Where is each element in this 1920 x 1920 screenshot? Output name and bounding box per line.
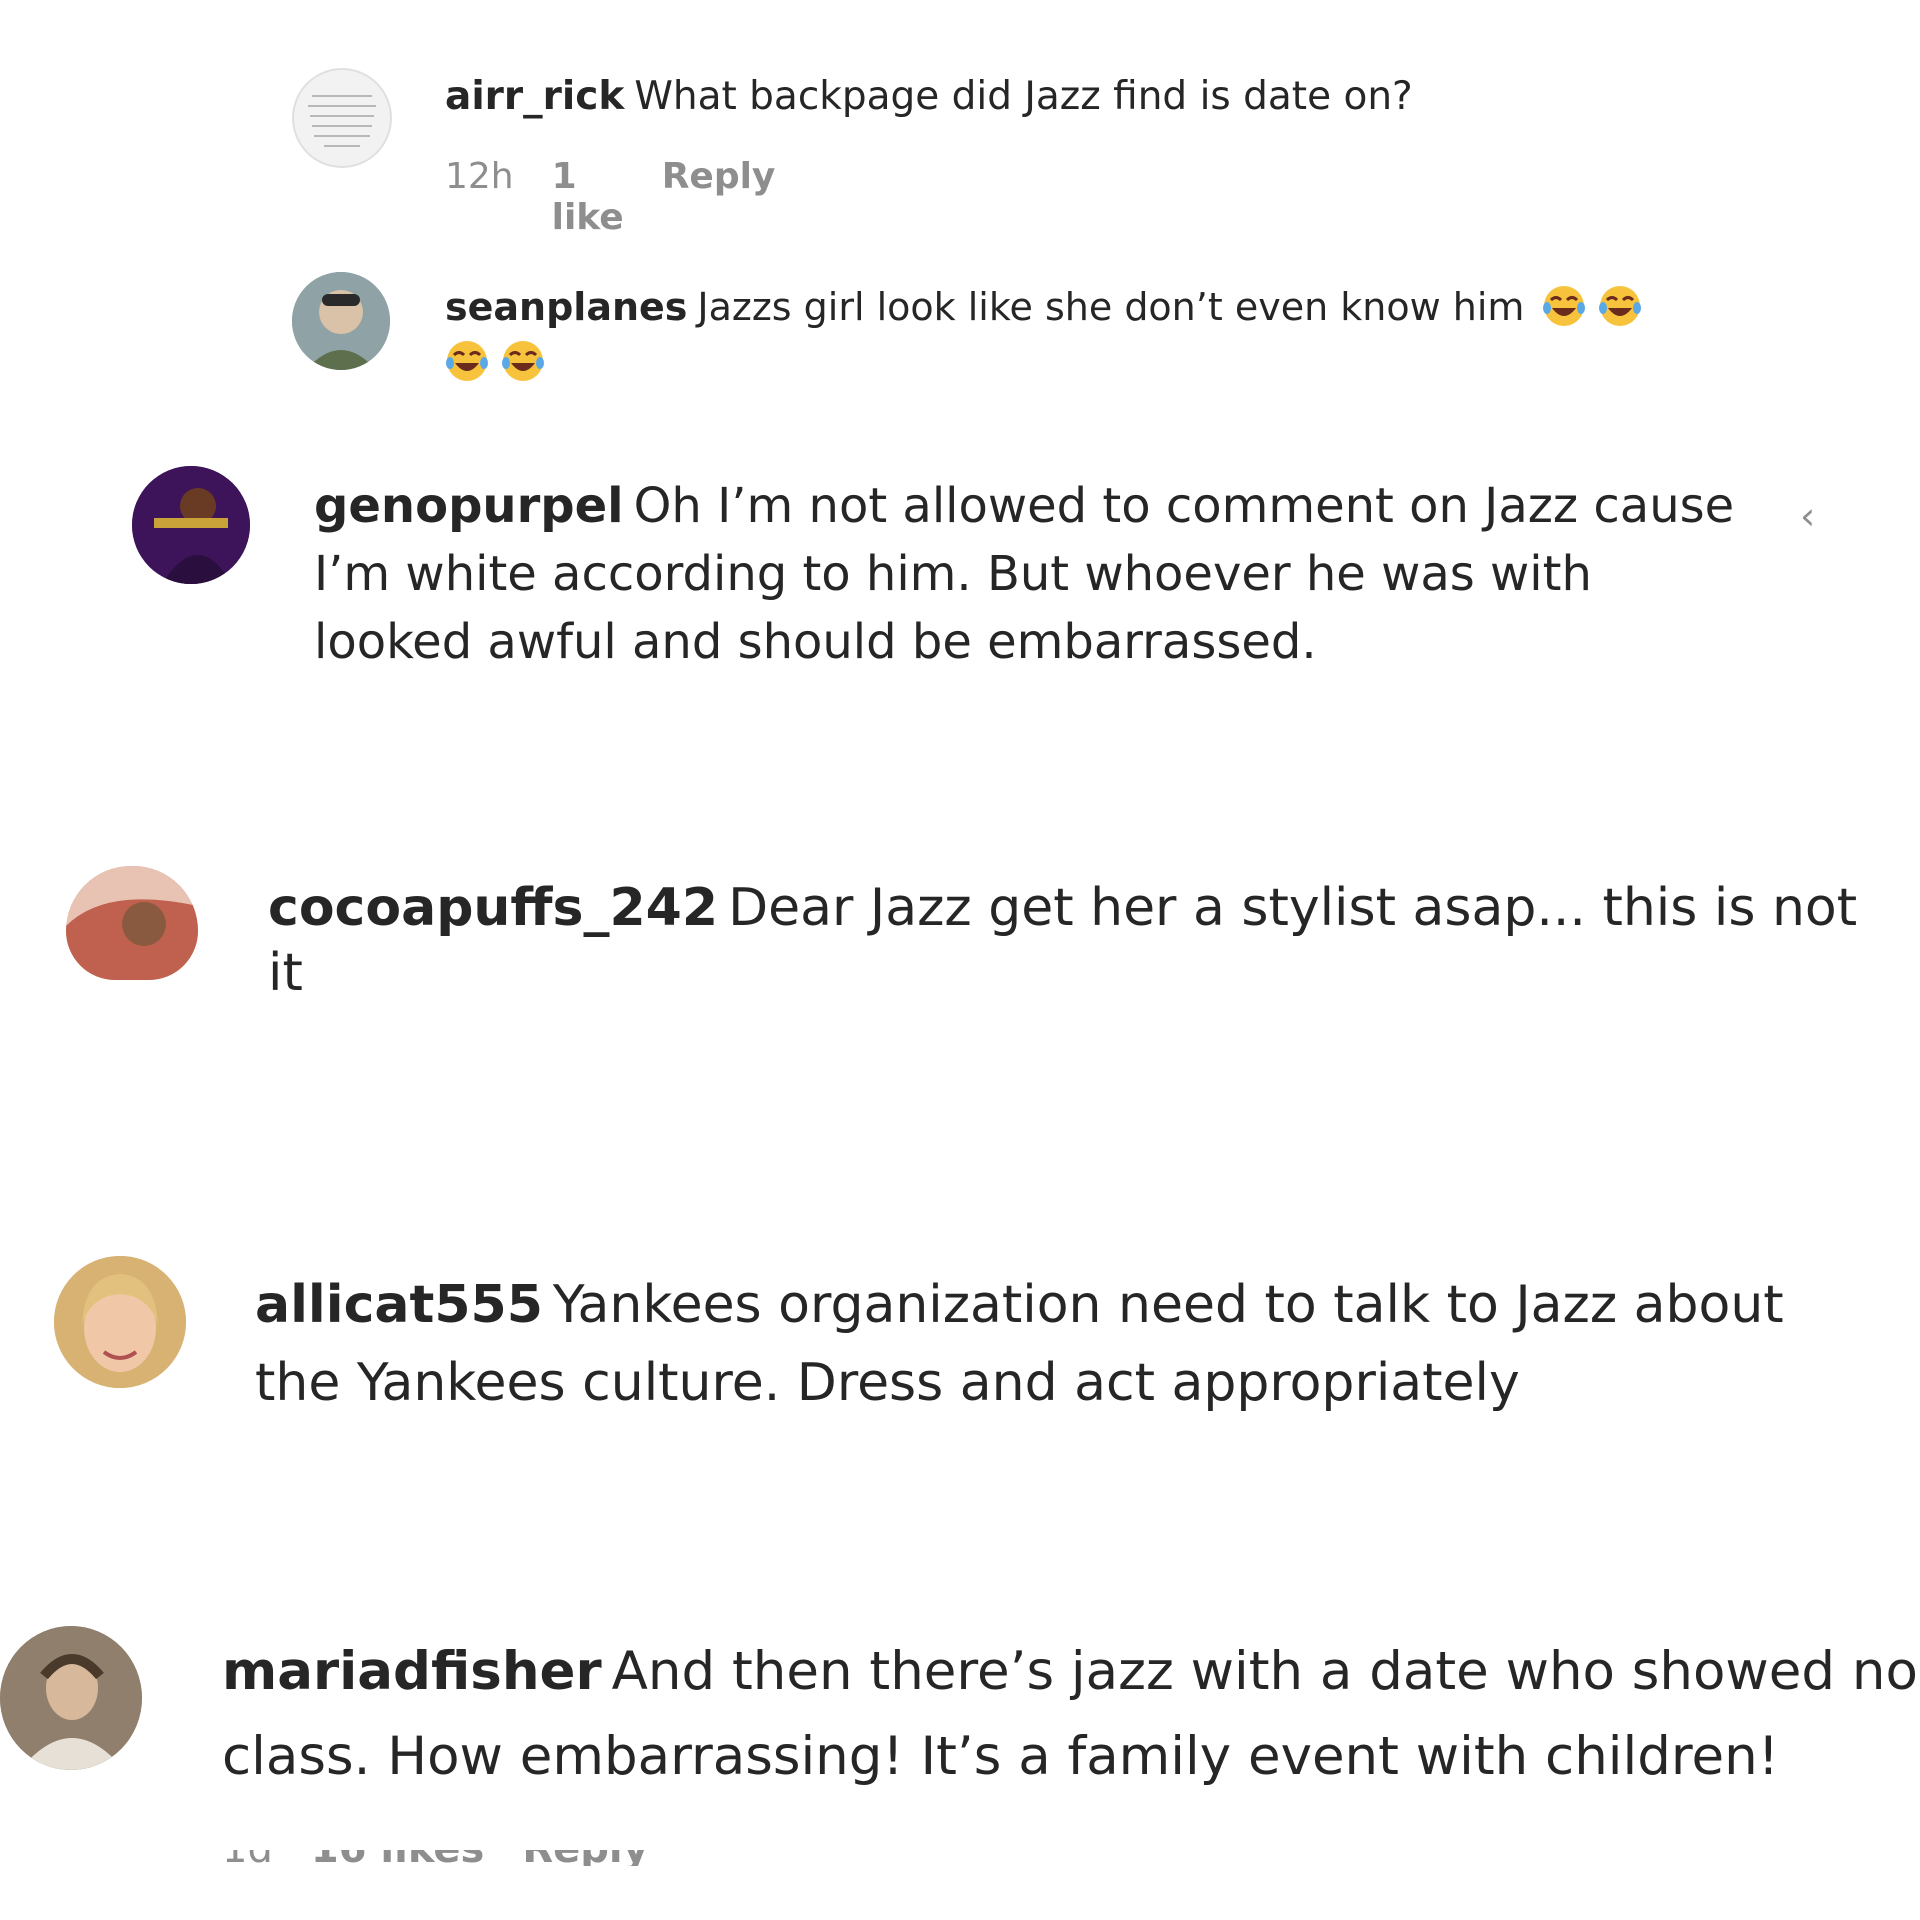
avatar[interactable] (54, 1256, 186, 1388)
avatar[interactable] (132, 466, 250, 584)
comment-meta-clipped: 1d 16 likes Reply (222, 1850, 762, 1866)
laughing-emoji-icon (1598, 284, 1642, 328)
laughing-emoji-icon (501, 339, 545, 383)
timestamp: 12h (445, 156, 514, 197)
reply-button[interactable]: Reply (522, 1850, 648, 1866)
comment-body: What backpage did Jazz find is date on? (634, 74, 1413, 119)
avatar[interactable] (66, 866, 198, 980)
comment-text: allicat555 Yankees organization need to t… (255, 1266, 1815, 1422)
username[interactable]: mariadfisher (222, 1641, 602, 1702)
username[interactable]: cocoapuffs_242 (268, 878, 718, 938)
laughing-emoji-icon (445, 339, 489, 383)
comment-text: airr_rick What backpage did Jazz find is … (445, 73, 1745, 122)
like-count[interactable]: 1 like (552, 156, 624, 238)
username[interactable]: seanplanes (445, 285, 687, 329)
laughing-emoji-icon (1542, 284, 1586, 328)
comment-body: Jazzs girl look like she don’t even know… (697, 285, 1525, 329)
timestamp: 1d (222, 1850, 273, 1866)
avatar[interactable] (292, 68, 392, 168)
chevron-left-icon[interactable]: ‹ (1800, 494, 1815, 538)
comment-text: seanplanes Jazzs girl look like she don’t… (445, 280, 1685, 390)
comment-text: genopurpel Oh I’m not allowed to comment … (314, 472, 1754, 676)
comment-text: cocoapuffs_242 Dear Jazz get her a stylis… (268, 876, 1868, 1006)
username[interactable]: genopurpel (314, 478, 624, 534)
like-count[interactable]: 16 likes (311, 1850, 484, 1866)
avatar[interactable] (0, 1626, 142, 1770)
username[interactable]: airr_rick (445, 74, 624, 119)
comment-meta: 12h 1 like Reply (445, 156, 775, 238)
username[interactable]: allicat555 (255, 1275, 543, 1335)
avatar[interactable] (292, 272, 390, 370)
comment-text: mariadfisher And then there’s jazz with a… (222, 1630, 1920, 1800)
reply-button[interactable]: Reply (662, 156, 776, 238)
